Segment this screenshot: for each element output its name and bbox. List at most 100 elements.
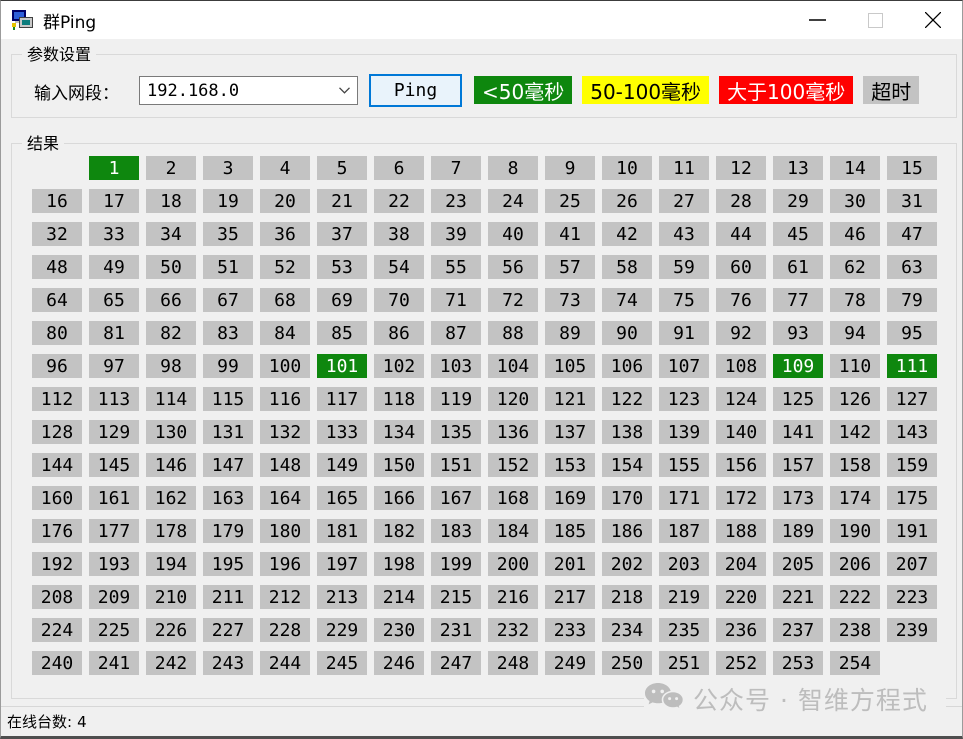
maximize-icon	[868, 13, 883, 28]
host-cell: 39	[431, 222, 481, 246]
host-cell: 93	[773, 321, 823, 345]
host-cell: 154	[602, 453, 652, 477]
host-cell: 238	[830, 618, 880, 642]
host-cell: 226	[146, 618, 196, 642]
host-cell: 246	[374, 651, 424, 675]
host-cell: 92	[716, 321, 766, 345]
host-cell: 231	[431, 618, 481, 642]
host-cell: 17	[89, 189, 139, 213]
network-segment-combobox[interactable]: 192.168.0	[139, 76, 358, 105]
host-cell: 244	[260, 651, 310, 675]
host-cell: 193	[89, 552, 139, 576]
chevron-down-icon[interactable]	[331, 87, 357, 94]
host-cell: 77	[773, 288, 823, 312]
network-segment-value: 192.168.0	[140, 81, 331, 101]
host-cell: 171	[659, 486, 709, 510]
host-cell: 167	[431, 486, 481, 510]
host-cell: 110	[830, 354, 880, 378]
host-cell: 63	[887, 255, 937, 279]
host-cell: 198	[374, 552, 424, 576]
host-cell: 161	[89, 486, 139, 510]
host-cell: 142	[830, 420, 880, 444]
host-cell: 61	[773, 255, 823, 279]
host-cell: 187	[659, 519, 709, 543]
maximize-button[interactable]	[846, 1, 904, 39]
host-cell: 56	[488, 255, 538, 279]
host-cell: 7	[431, 156, 481, 180]
host-cell: 40	[488, 222, 538, 246]
minimize-button[interactable]	[788, 1, 846, 39]
host-cell: 106	[602, 354, 652, 378]
host-cell: 3	[203, 156, 253, 180]
close-icon	[925, 12, 941, 28]
host-cell: 98	[146, 354, 196, 378]
host-cell: 46	[830, 222, 880, 246]
host-cell: 138	[602, 420, 652, 444]
host-cell: 237	[773, 618, 823, 642]
host-cell: 128	[32, 420, 82, 444]
host-cell: 180	[260, 519, 310, 543]
host-cell: 223	[887, 585, 937, 609]
host-cell: 230	[374, 618, 424, 642]
host-cell: 219	[659, 585, 709, 609]
params-group-label: 参数设置	[22, 45, 96, 64]
host-cell: 118	[374, 387, 424, 411]
host-cell: 35	[203, 222, 253, 246]
host-cell: 90	[602, 321, 652, 345]
host-cell: 229	[317, 618, 367, 642]
host-cell: 89	[545, 321, 595, 345]
host-cell: 124	[716, 387, 766, 411]
host-cell: 108	[716, 354, 766, 378]
host-cell: 247	[431, 651, 481, 675]
host-cell: 136	[488, 420, 538, 444]
host-cell: 116	[260, 387, 310, 411]
host-cell: 202	[602, 552, 652, 576]
host-cell: 26	[602, 189, 652, 213]
close-button[interactable]	[904, 1, 962, 39]
host-cell-online: 111	[887, 354, 937, 378]
host-cell: 10	[602, 156, 652, 180]
host-cell: 176	[32, 519, 82, 543]
host-cell: 159	[887, 453, 937, 477]
host-cell: 186	[602, 519, 652, 543]
host-cell: 130	[146, 420, 196, 444]
host-cell: 44	[716, 222, 766, 246]
host-cell: 205	[773, 552, 823, 576]
host-cell: 197	[317, 552, 367, 576]
host-cell: 32	[32, 222, 82, 246]
host-cell: 163	[203, 486, 253, 510]
host-cell: 181	[317, 519, 367, 543]
host-cell: 204	[716, 552, 766, 576]
host-cell: 41	[545, 222, 595, 246]
host-cell: 4	[260, 156, 310, 180]
host-cell: 97	[89, 354, 139, 378]
host-cell: 107	[659, 354, 709, 378]
wechat-icon	[644, 682, 684, 715]
results-group-label: 结果	[22, 134, 64, 153]
host-cell-online: 109	[773, 354, 823, 378]
host-cell: 168	[488, 486, 538, 510]
host-cell: 37	[317, 222, 367, 246]
host-cell: 206	[830, 552, 880, 576]
host-cell: 242	[146, 651, 196, 675]
host-cell: 208	[32, 585, 82, 609]
host-cell: 141	[773, 420, 823, 444]
host-cell: 86	[374, 321, 424, 345]
ping-button[interactable]: Ping	[369, 74, 462, 107]
host-cell: 183	[431, 519, 481, 543]
host-cell: 67	[203, 288, 253, 312]
host-cell: 216	[488, 585, 538, 609]
host-cell: 21	[317, 189, 367, 213]
host-cell: 194	[146, 552, 196, 576]
host-cell: 178	[146, 519, 196, 543]
host-cell: 18	[146, 189, 196, 213]
host-cell: 30	[830, 189, 880, 213]
host-cell: 199	[431, 552, 481, 576]
host-cell: 232	[488, 618, 538, 642]
host-cell: 135	[431, 420, 481, 444]
host-cell: 239	[887, 618, 937, 642]
host-cell: 45	[773, 222, 823, 246]
host-cell: 165	[317, 486, 367, 510]
results-groupbox: 结果 1234567891011121314151617181920212223…	[11, 143, 957, 699]
host-cell: 29	[773, 189, 823, 213]
